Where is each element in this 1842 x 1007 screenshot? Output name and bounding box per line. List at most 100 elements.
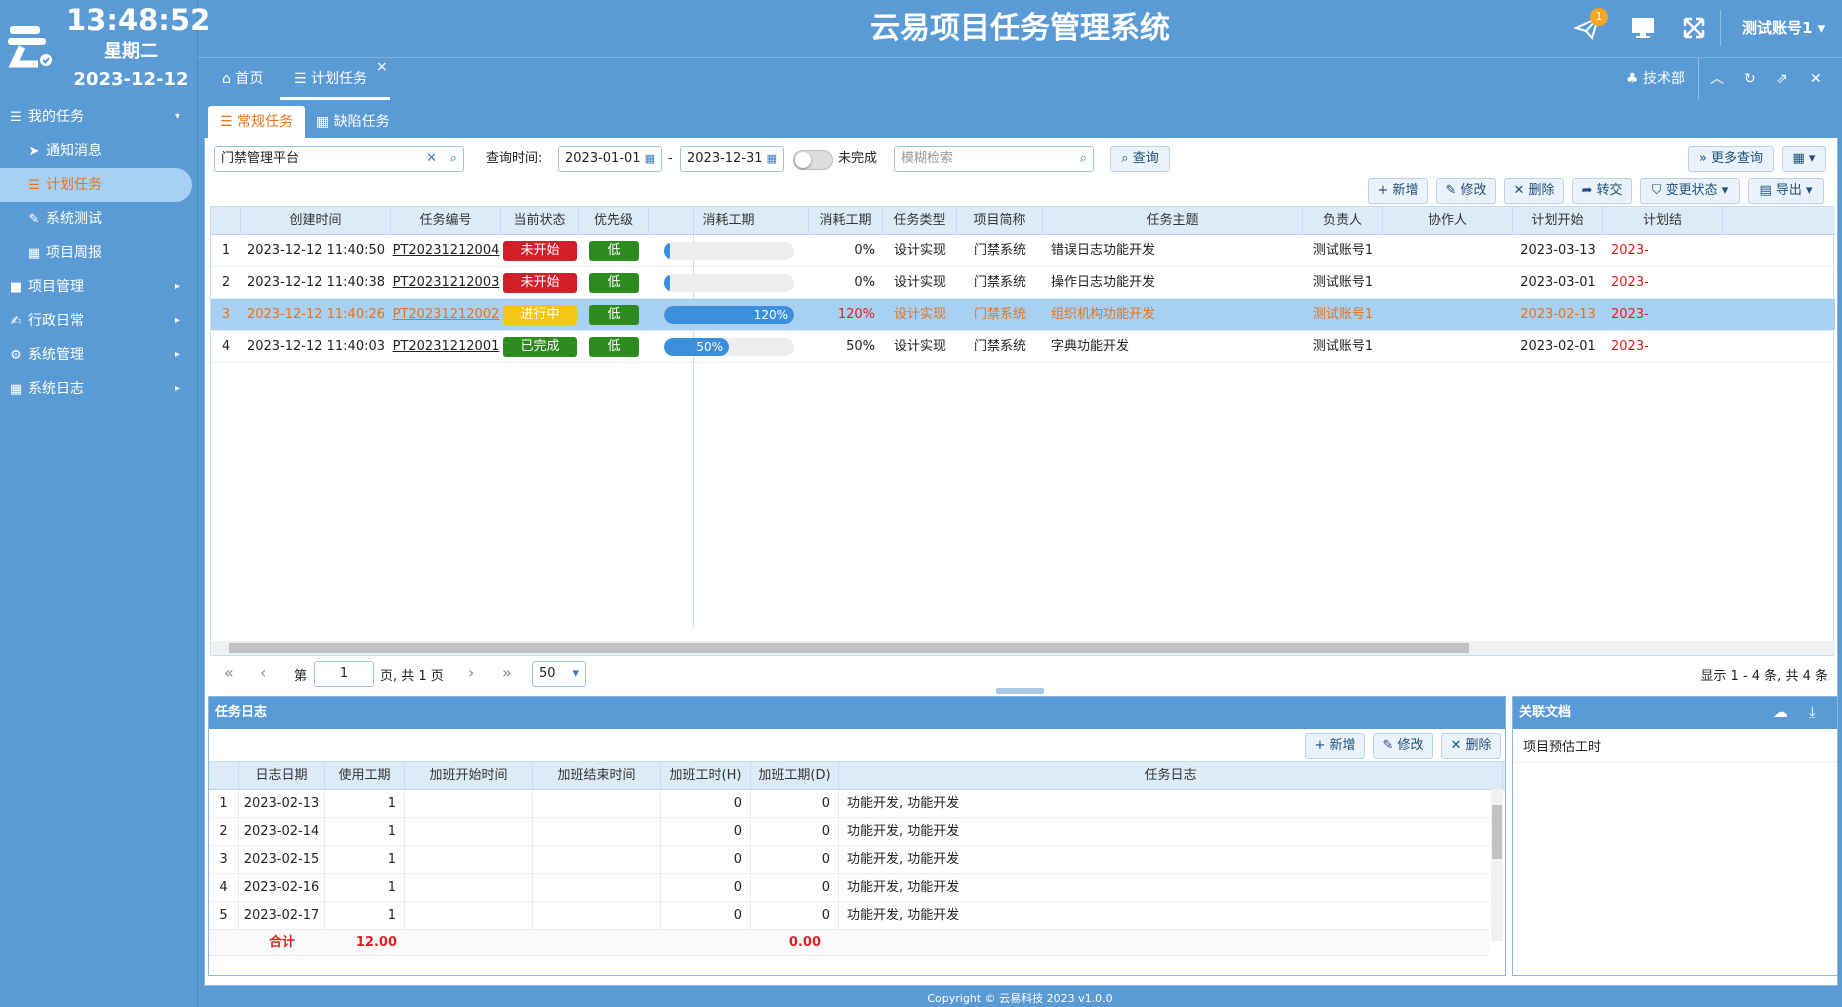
log-cell: 5: [209, 902, 239, 930]
scrollbar-thumb[interactable]: [229, 643, 1469, 653]
log-header-cell[interactable]: 加班工期(D): [751, 762, 839, 790]
grid-header-cell[interactable]: 消耗工期: [809, 207, 883, 235]
home-icon: ⌂: [222, 71, 231, 87]
refresh-icon[interactable]: ↻: [1744, 58, 1756, 100]
clear-icon[interactable]: ✕: [426, 147, 437, 171]
external-link-icon[interactable]: ⇗: [1776, 58, 1788, 100]
start-date-input[interactable]: 2023-01-01 ▦: [558, 146, 662, 172]
grid-header-cell[interactable]: 创建时间: [241, 207, 391, 235]
more-query-button[interactable]: » 更多查询: [1688, 146, 1774, 172]
log-header-cell[interactable]: 使用工期: [325, 762, 405, 790]
grid-header-cell[interactable]: [211, 207, 241, 235]
sidebar-item-8[interactable]: ▦ 系统日志 ▸: [0, 372, 198, 406]
sitemap-icon: ♣: [1626, 71, 1639, 87]
grid-header-cell[interactable]: 任务编号: [391, 207, 501, 235]
log-header-cell[interactable]: 任务日志: [839, 762, 1503, 790]
log-header-cell[interactable]: 日志日期: [239, 762, 325, 790]
log-header-cell[interactable]: 加班开始时间: [405, 762, 533, 790]
edit-button[interactable]: ✎ 修改: [1436, 178, 1496, 204]
splitter-handle[interactable]: [996, 688, 1044, 694]
tab-home[interactable]: ⌂ 首页: [208, 58, 277, 100]
last-page-icon[interactable]: »: [502, 663, 512, 682]
page-input[interactable]: 1: [314, 661, 374, 687]
grid-header-cell[interactable]: 任务类型: [883, 207, 957, 235]
sidebar-item-5[interactable]: ■ 项目管理 ▸: [0, 270, 198, 304]
chevron-up-icon[interactable]: ︿: [1710, 58, 1724, 100]
grid-header-cell[interactable]: 负责人: [1303, 207, 1383, 235]
log-header-cell[interactable]: 加班结束时间: [533, 762, 661, 790]
fullscreen-icon[interactable]: [1682, 16, 1706, 46]
tab-defect-task[interactable]: ▦ 缺陷任务: [304, 106, 402, 138]
task-code-link[interactable]: PT20231212004: [393, 243, 500, 258]
log-row[interactable]: 1 2023-02-13 1 0 0 功能开发, 功能开发: [209, 790, 1503, 818]
department-button[interactable]: ♣ 技术部: [1626, 58, 1685, 100]
task-code-link[interactable]: PT20231212003: [393, 275, 500, 290]
change-status-button[interactable]: ⛉ 变更状态 ▾: [1640, 178, 1740, 204]
log-delete-button[interactable]: ✕ 删除: [1441, 733, 1501, 759]
search-icon[interactable]: ⌕: [450, 147, 457, 171]
search-icon[interactable]: ⌕: [1080, 147, 1087, 171]
export-button[interactable]: ▤ 导出 ▾: [1748, 178, 1824, 204]
prev-page-icon[interactable]: ‹: [260, 663, 266, 682]
table-row[interactable]: 3 2023-12-12 11:40:26 PT20231212002 进行中低 120…: [211, 299, 1835, 331]
log-edit-button[interactable]: ✎ 修改: [1373, 733, 1433, 759]
task-code-link[interactable]: PT20231212002: [393, 307, 500, 322]
monitor-icon[interactable]: [1630, 16, 1656, 46]
sidebar-item-7[interactable]: ⚙ 系统管理 ▸: [0, 338, 198, 372]
sidebar-item-2[interactable]: ☰ 计划任务: [0, 168, 192, 202]
log-row[interactable]: 2 2023-02-14 1 0 0 功能开发, 功能开发: [209, 818, 1503, 846]
add-button[interactable]: + 新增: [1368, 178, 1428, 204]
log-add-button[interactable]: + 新增: [1305, 733, 1365, 759]
grid-header-cell[interactable]: 任务主题: [1043, 207, 1303, 235]
status-badge: 进行中: [503, 305, 577, 325]
project-select[interactable]: 门禁管理平台 ✕ ⌕: [214, 146, 464, 172]
doc-item[interactable]: 项目预估工时: [1513, 733, 1837, 763]
user-menu[interactable]: 测试账号1 ▾: [1742, 16, 1825, 40]
horizontal-scrollbar[interactable]: [211, 641, 1835, 655]
next-page-icon[interactable]: ›: [468, 663, 474, 682]
grid-header-cell[interactable]: 消耗工期: [649, 207, 809, 235]
log-row[interactable]: 3 2023-02-15 1 0 0 功能开发, 功能开发: [209, 846, 1503, 874]
query-button[interactable]: ⌕ 查询: [1110, 146, 1170, 172]
download-icon[interactable]: ⤓: [1809, 703, 1816, 721]
status-badge: 未开始: [503, 241, 577, 261]
tab-close-icon[interactable]: ×: [376, 59, 388, 75]
grid-header-cell[interactable]: 计划结: [1603, 207, 1723, 235]
table-row[interactable]: 1 2023-12-12 11:40:50 PT20231212004 未开始低 0% 设…: [211, 235, 1835, 267]
grid-header-cell[interactable]: 优先级: [579, 207, 649, 235]
sidebar-item-1[interactable]: ➤ 通知消息: [0, 134, 198, 168]
cloud-upload-icon[interactable]: ☁: [1773, 703, 1788, 721]
sidebar-item-0[interactable]: ☰ 我的任务 ▾: [0, 100, 198, 134]
incomplete-toggle[interactable]: [793, 150, 833, 170]
tab-regular-task[interactable]: ☰ 常规任务: [208, 106, 306, 138]
table-row[interactable]: 2 2023-12-12 11:40:38 PT20231212003 未开始低 0% 设…: [211, 267, 1835, 299]
delete-button[interactable]: ✕ 删除: [1504, 178, 1564, 204]
sidebar-item-3[interactable]: ✎ 系统测试: [0, 202, 198, 236]
log-row[interactable]: 4 2023-02-16 1 0 0 功能开发, 功能开发: [209, 874, 1503, 902]
page-size-select[interactable]: 50 ▾: [532, 661, 586, 687]
first-page-icon[interactable]: «: [224, 663, 234, 682]
log-cell: [533, 874, 661, 902]
grid-header-cell[interactable]: 项目简称: [957, 207, 1043, 235]
log-header-cell[interactable]: 加班工时(H): [661, 762, 751, 790]
grid-header-cell[interactable]: 当前状态: [501, 207, 579, 235]
log-cell: [533, 818, 661, 846]
log-cell: 2: [209, 818, 239, 846]
transfer-button[interactable]: ➦ 转交: [1572, 178, 1632, 204]
sidebar-item-4[interactable]: ▦ 项目周报: [0, 236, 198, 270]
log-header-cell[interactable]: [209, 762, 239, 790]
table-row[interactable]: 4 2023-12-12 11:40:03 PT20231212001 已完成低 50%…: [211, 331, 1835, 363]
log-row[interactable]: 5 2023-02-17 1 0 0 功能开发, 功能开发: [209, 902, 1503, 930]
scrollbar-thumb[interactable]: [1492, 805, 1502, 859]
sidebar-nav: ☰ 我的任务 ▾ ➤ 通知消息 ☰ 计划任务 ✎ 系统测试 ▦ 项目周报 ■ 项目管理 ▸ ✍ 行政日常 ▸ ⚙ 系…: [0, 100, 198, 406]
sidebar-item-6[interactable]: ✍ 行政日常 ▸: [0, 304, 198, 338]
close-icon[interactable]: ✕: [1810, 58, 1822, 100]
grid-header-cell[interactable]: 计划开始: [1513, 207, 1603, 235]
grid-header-cell[interactable]: 协作人: [1383, 207, 1513, 235]
columns-button[interactable]: ▦ ▾: [1782, 146, 1826, 172]
fuzzy-search-input[interactable]: 模糊检索 ⌕: [894, 146, 1094, 172]
end-date-input[interactable]: 2023-12-31 ▦: [680, 146, 784, 172]
task-code-link[interactable]: PT20231212001: [393, 339, 500, 354]
vertical-scrollbar[interactable]: [1491, 789, 1503, 941]
tab-plan-task[interactable]: ☰ 计划任务: [280, 58, 390, 100]
